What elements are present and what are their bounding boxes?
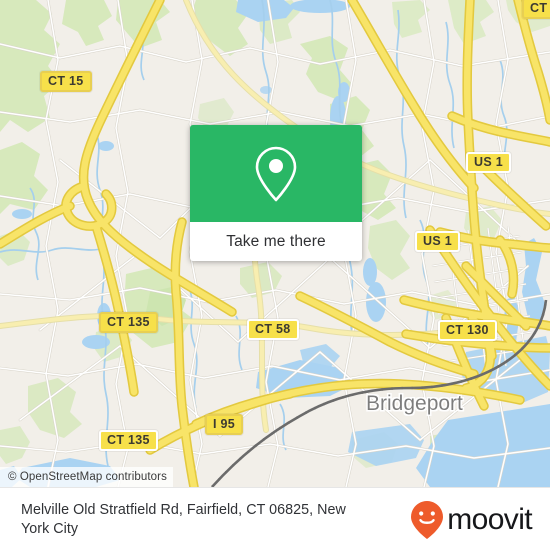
bottom-info-bar: Melville Old Stratfield Rd, Fairfield, C… bbox=[0, 487, 550, 550]
route-shield: CT 135 bbox=[99, 430, 158, 451]
app-screen: Bridgeport CT 15 US 1 US 1 CT 135 CT 58 CT 13… bbox=[0, 0, 550, 550]
route-shield: US 1 bbox=[415, 231, 460, 252]
map-city-label: Bridgeport bbox=[366, 392, 463, 415]
moovit-wordmark: moovit bbox=[447, 502, 532, 536]
route-shield-label: US 1 bbox=[474, 155, 503, 169]
route-shield: I 95 bbox=[205, 414, 244, 435]
route-shield-label: CT 130 bbox=[446, 323, 489, 337]
route-shield-label: US 1 bbox=[423, 234, 452, 248]
moovit-smiley-pin-icon bbox=[411, 500, 444, 539]
route-shield: CT bbox=[522, 0, 550, 19]
place-address-text: Melville Old Stratfield Rd, Fairfield, C… bbox=[21, 501, 346, 537]
map-pin-icon bbox=[255, 146, 297, 201]
map-canvas[interactable]: Bridgeport CT 15 US 1 US 1 CT 135 CT 58 CT 13… bbox=[0, 0, 550, 487]
take-me-there-label: Take me there bbox=[226, 232, 326, 250]
bar-map-watermark bbox=[0, 487, 550, 488]
route-shield: CT 135 bbox=[99, 312, 158, 333]
route-shield-label: CT 58 bbox=[255, 322, 291, 336]
popup-header bbox=[190, 125, 362, 222]
osm-attribution[interactable]: © OpenStreetMap contributors bbox=[0, 467, 173, 487]
route-shield: CT 15 bbox=[40, 71, 92, 92]
route-shield-label: CT 15 bbox=[48, 74, 84, 88]
route-shield: CT 58 bbox=[247, 319, 299, 340]
popup-action-bar[interactable]: Take me there bbox=[190, 222, 362, 261]
route-shield-label: CT 135 bbox=[107, 433, 150, 447]
place-popup-card[interactable]: Take me there bbox=[190, 125, 362, 261]
route-shield-label: CT 135 bbox=[107, 315, 150, 329]
route-shield: CT 130 bbox=[438, 320, 497, 341]
route-shield-label: CT bbox=[530, 1, 548, 15]
route-shield-label: I 95 bbox=[213, 417, 236, 431]
moovit-logo[interactable]: moovit bbox=[410, 500, 533, 540]
route-shield: US 1 bbox=[466, 152, 511, 173]
